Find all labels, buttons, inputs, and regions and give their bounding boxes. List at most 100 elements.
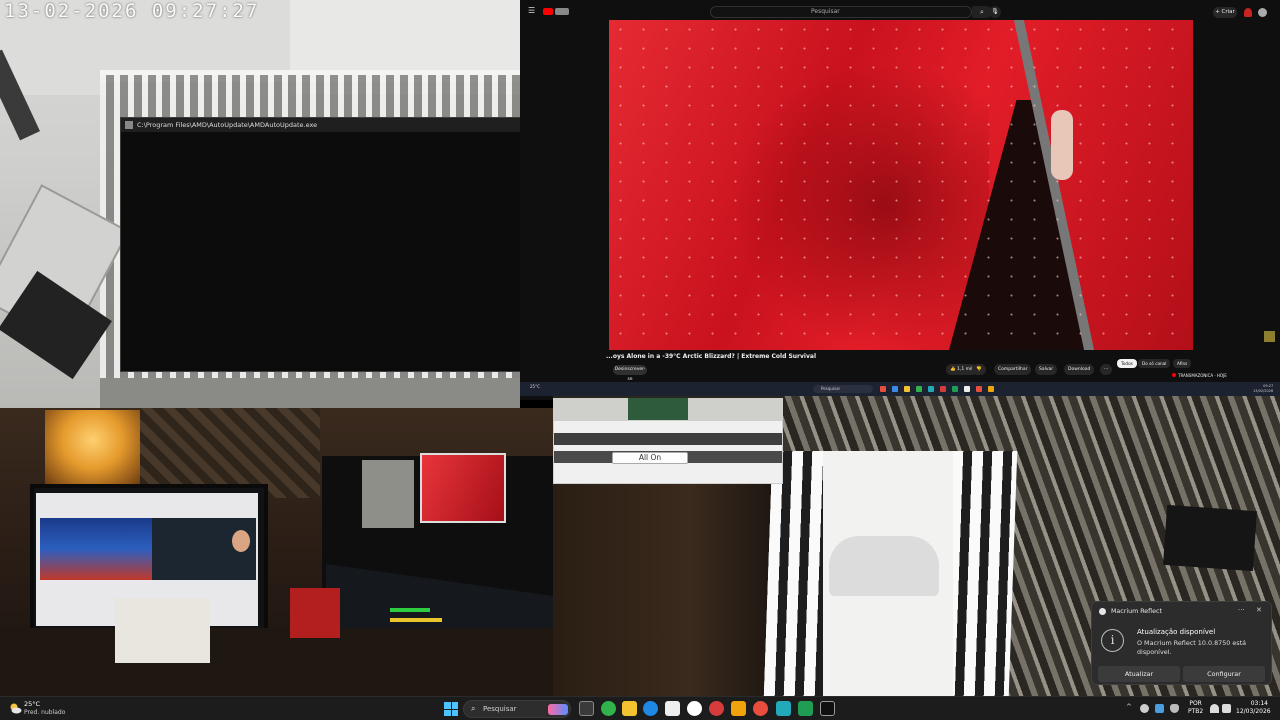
tray-chevron-icon[interactable]: ^ (1126, 703, 1132, 711)
youtube-window: ☰ Pesquisar ⌕ 🎙 + Criar ...oys Alone in … (520, 0, 1280, 400)
monitor-right-red-tile (420, 453, 506, 523)
cloud-sync-icon[interactable] (1140, 704, 1149, 713)
monitor-right-camera-tile (362, 460, 414, 528)
input-language-code: POR (1189, 700, 1202, 707)
mini-app-icon[interactable] (940, 386, 946, 392)
desk-red-box (290, 588, 340, 638)
camera-feed-studio (0, 408, 553, 696)
calendar-icon[interactable] (665, 701, 680, 716)
monitor-face (232, 530, 250, 552)
macrium-icon (1099, 608, 1106, 615)
menu-icon[interactable]: ☰ (528, 6, 535, 15)
mini-clock: 09:27 13/02/2026 (1253, 384, 1273, 394)
camera-timestamp: 13-02-2026 09:27:27 (4, 0, 260, 22)
console-title: C:\Program Files\AMD\AutoUpdate\AMDAutoU… (137, 121, 318, 129)
more-actions-button[interactable]: ··· (1100, 364, 1113, 375)
all-on-button[interactable]: All On (612, 452, 688, 464)
chip-channel[interactable]: Do só canal (1138, 359, 1171, 368)
chip-related[interactable]: Afins (1173, 359, 1192, 368)
snowflakes (609, 20, 1193, 350)
clock-date: 12/03/2026 (1236, 708, 1271, 715)
spreadsheet-icon[interactable] (798, 701, 813, 716)
microphone-icon[interactable]: 🎙 (989, 6, 1001, 18)
weather-cloud-icon[interactable] (9, 702, 22, 715)
taskbar-search-placeholder: Pesquisar (483, 705, 517, 713)
subscribe-button[interactable]: Desinscrever-se (613, 365, 647, 382)
mini-app-icon[interactable] (964, 386, 970, 392)
channel-badge-icon[interactable] (1264, 331, 1275, 342)
console-app-icon[interactable] (820, 701, 835, 716)
video-player[interactable] (609, 20, 1193, 350)
configure-button[interactable]: Configurar (1183, 666, 1265, 682)
mini-app-icon[interactable] (928, 386, 934, 392)
update-button[interactable]: Atualizar (1098, 666, 1180, 682)
mini-clock-date: 13/02/2026 (1253, 389, 1274, 393)
audio-meter (390, 618, 442, 622)
mini-app-icon[interactable] (904, 386, 910, 392)
notification-toast[interactable]: Macrium Reflect ··· ✕ i Atualização disp… (1091, 601, 1272, 685)
opera-icon[interactable] (709, 701, 724, 716)
monitor-tennis-video (40, 518, 152, 580)
mini-app-icon[interactable] (892, 386, 898, 392)
terminal-app-icon[interactable] (776, 701, 791, 716)
start-button[interactable] (444, 702, 458, 716)
weather-description[interactable]: Pred. nublado (24, 709, 65, 716)
windows-logo-tile (444, 709, 451, 716)
wall-box (1163, 504, 1257, 572)
chip-all[interactable]: Todos (1117, 359, 1137, 368)
desk (0, 628, 553, 696)
windows-logo-tile (444, 702, 451, 709)
youtube-logo-icon[interactable] (543, 8, 553, 15)
volume-icon[interactable] (1222, 704, 1231, 713)
notification-body: O Macrium Reflect 10.0.8750 está disponí… (1137, 639, 1247, 656)
system-clock[interactable]: 03:14 12/03/2026 (1236, 700, 1271, 716)
windows-logo-tile (451, 709, 458, 716)
file-explorer-icon[interactable] (622, 701, 637, 716)
weather-temperature[interactable]: 25°C (24, 700, 40, 708)
lamp (45, 410, 140, 485)
vlc-icon[interactable] (731, 701, 746, 716)
control-panel: All On (553, 420, 783, 484)
obs-icon[interactable] (687, 701, 702, 716)
notification-app-name: Macrium Reflect (1111, 608, 1162, 615)
more-options-icon[interactable]: ··· (1238, 606, 1245, 614)
video-title: ...oys Alone in a -39°C Arctic Blizzard?… (606, 353, 816, 360)
windows-logo-tile (451, 702, 458, 709)
mini-app-icon[interactable] (988, 386, 994, 392)
save-button[interactable]: Salvar (1035, 364, 1058, 375)
taskbar: 25°C Pred. nublado ⌕ Pesquisar ^ POR PTB2… (0, 696, 1280, 720)
youtube-search-input[interactable]: Pesquisar (710, 6, 972, 18)
info-icon: i (1101, 629, 1124, 652)
download-button[interactable]: Download (1064, 364, 1095, 375)
live-recommendation[interactable]: TRANSMAZONICA · HOJE (1172, 373, 1227, 378)
avatar[interactable] (1258, 8, 1267, 17)
edge-icon[interactable] (643, 701, 658, 716)
desk-box (115, 598, 210, 663)
keyboard-layout: PTB2 (1188, 708, 1204, 715)
create-button[interactable]: + Criar (1213, 7, 1237, 18)
input-language[interactable]: POR PTB2 (1188, 700, 1203, 716)
chrome-icon[interactable] (601, 701, 616, 716)
close-icon[interactable]: ✕ (1256, 606, 1262, 614)
search-icon: ⌕ (471, 704, 476, 713)
search-highlight-icon (548, 704, 568, 715)
mini-search-input[interactable]: Pesquisar (813, 385, 873, 393)
notifications-icon[interactable] (1244, 8, 1252, 17)
network-app-icon[interactable] (1155, 704, 1164, 713)
mini-app-icon[interactable] (976, 386, 982, 392)
dark-doorway (553, 476, 783, 696)
wifi-icon[interactable] (1210, 704, 1219, 713)
share-button[interactable]: Compartilhar (994, 364, 1032, 375)
mini-app-icon[interactable] (952, 386, 958, 392)
chrome-profile-icon[interactable] (753, 701, 768, 716)
clock-time: 03:14 (1250, 700, 1268, 707)
audio-meter (390, 608, 430, 612)
task-view-icon[interactable] (579, 701, 594, 716)
terminal-icon (125, 121, 133, 129)
dislike-button[interactable]: 👎 (972, 364, 986, 375)
mini-app-icon[interactable] (916, 386, 922, 392)
mini-app-icon[interactable] (880, 386, 886, 392)
microphone-icon[interactable] (1170, 704, 1179, 713)
taskbar-search-input[interactable]: ⌕ Pesquisar (463, 700, 571, 718)
youtube-topbar: ☰ Pesquisar ⌕ 🎙 + Criar (520, 4, 1280, 20)
